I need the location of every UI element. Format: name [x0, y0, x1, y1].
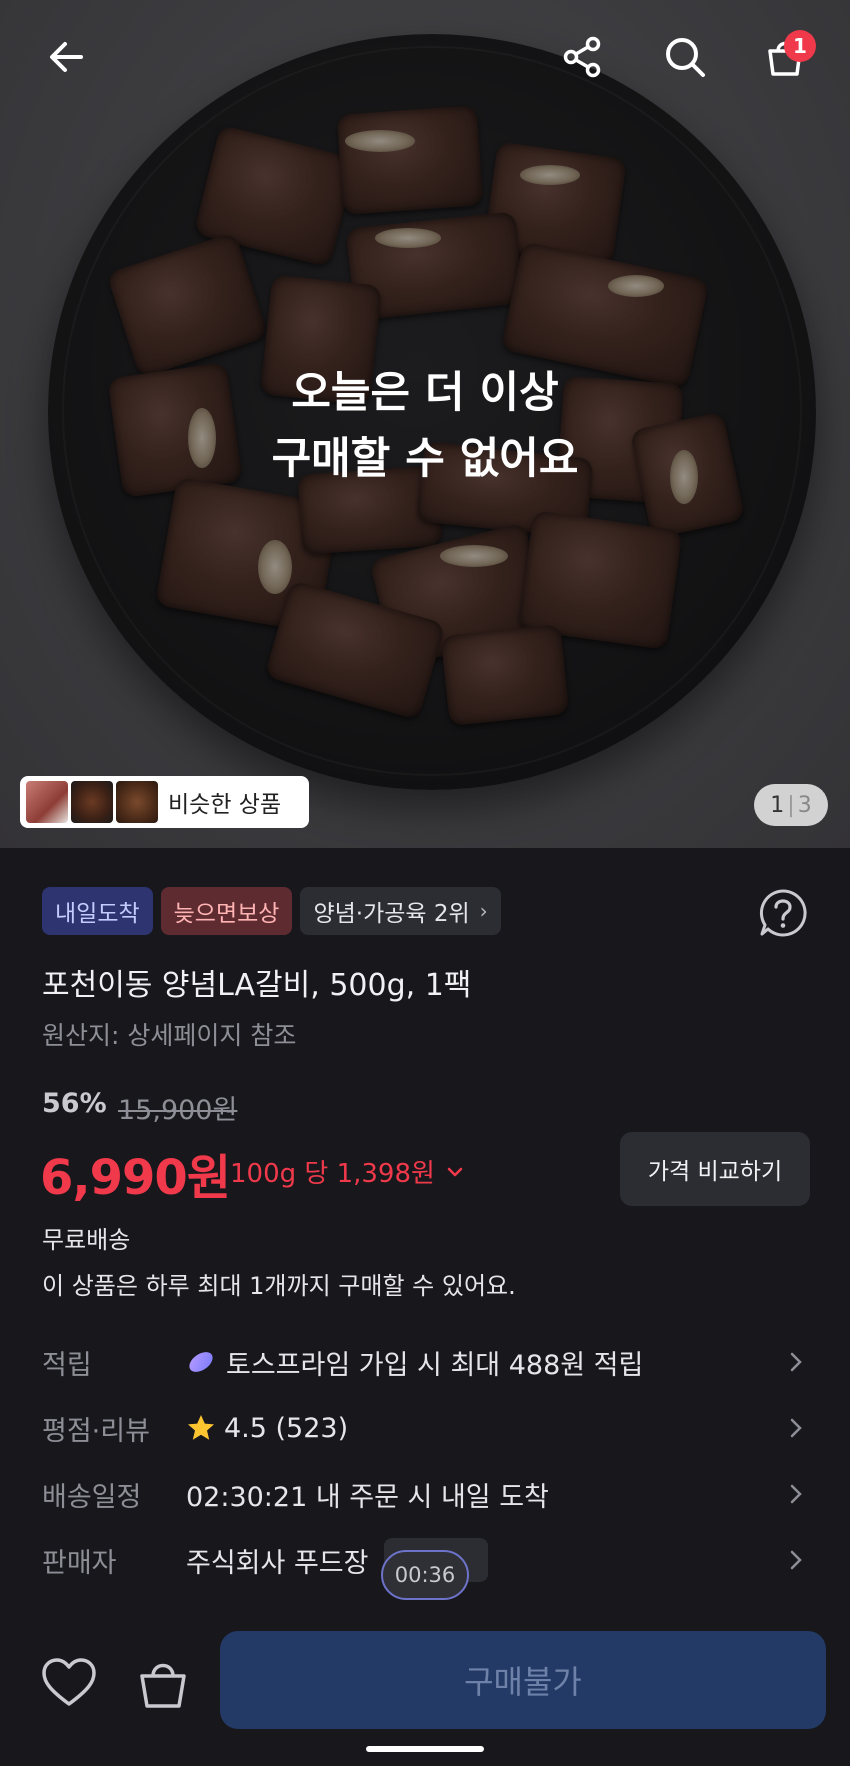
share-button[interactable] [552, 26, 614, 88]
compare-price-button[interactable]: 가격 비교하기 [620, 1132, 810, 1206]
chevron-right-icon [790, 1352, 802, 1372]
toss-prime-icon [189, 1352, 213, 1372]
unit-price-toggle[interactable]: 100g 당 1,398원 [230, 1153, 465, 1190]
image-pager: 1 | 3 [754, 784, 828, 826]
detail-value: 4.5 (523) [224, 1412, 349, 1444]
help-button[interactable] [758, 888, 808, 938]
detail-value: 토스프라임 가입 시 최대 488원 적립 [226, 1349, 644, 1381]
detail-label: 적립 [42, 1349, 92, 1381]
unit-price: 100g 당 1,398원 [230, 1159, 435, 1189]
soldout-line: 구매할 수 없어요 [271, 434, 579, 484]
buy-button-disabled[interactable]: 구매불가 [220, 1631, 826, 1729]
heart-icon [42, 1658, 96, 1706]
arrow-left-icon [50, 42, 83, 72]
question-bubble-icon [759, 889, 807, 937]
shopping-bag-icon [140, 1663, 186, 1708]
wishlist-button[interactable] [38, 1652, 100, 1714]
search-button[interactable] [654, 26, 716, 88]
detail-row-reviews[interactable]: 평점·리뷰 4.5 (523) [0, 1398, 850, 1458]
soldout-message: 오늘은 더 이상 구매할 수 없어요 [0, 360, 850, 492]
pager-total: 3 [797, 792, 812, 818]
discount-rate: 56% [42, 1088, 107, 1119]
similar-products-label: 비슷한 상품 [168, 792, 282, 818]
chevron-right-icon: › [479, 899, 488, 923]
detail-label: 평점·리뷰 [42, 1415, 150, 1447]
similar-products-button[interactable]: 비슷한 상품 [20, 776, 309, 828]
soldout-line: 오늘은 더 이상 [291, 368, 559, 418]
chevron-right-icon [790, 1550, 802, 1570]
badge-late-compensation: 늦으면보상 [160, 887, 293, 935]
category-rank-label: 양념·가공육 2위 [313, 901, 470, 927]
cart-button[interactable]: 1 [754, 26, 816, 88]
badge-row: 내일도착 늦으면보상 양념·가공육 2위 › [42, 887, 501, 935]
similar-thumbnail [26, 781, 68, 823]
free-shipping-text: 무료배송 [42, 1226, 131, 1254]
detail-label: 판매자 [42, 1547, 117, 1579]
badge-tomorrow-arrival: 내일도착 [42, 887, 153, 935]
star-icon [188, 1415, 214, 1440]
floating-timer[interactable]: 00:36 [381, 1550, 469, 1600]
cart-count-badge: 1 [784, 30, 816, 62]
similar-thumbnail [71, 781, 113, 823]
detail-row-points[interactable]: 적립 토스프라임 가입 시 최대 488원 적립 [0, 1332, 850, 1392]
product-title: 포천이동 양념LA갈비, 500g, 1팩 [42, 968, 472, 1003]
add-to-cart-button[interactable] [132, 1652, 194, 1714]
original-price: 15,900원 [118, 1095, 238, 1126]
pager-current: 1 [770, 792, 785, 818]
detail-value-wrap: 4.5 (523) [186, 1413, 348, 1444]
share-icon [563, 36, 601, 78]
detail-value-wrap: 토스프라임 가입 시 최대 488원 적립 [186, 1343, 643, 1382]
detail-row-delivery[interactable]: 배송일정 02:30:21 내 주문 시 내일 도착 [0, 1464, 850, 1524]
detail-value: 주식회사 푸드장 [186, 1547, 369, 1579]
product-origin: 원산지: 상세페이지 참조 [42, 1021, 297, 1050]
chevron-right-icon [790, 1418, 802, 1438]
detail-label: 배송일정 [42, 1481, 142, 1513]
product-image[interactable]: 오늘은 더 이상 구매할 수 없어요 1 비슷한 상품 1 | 3 [0, 0, 850, 848]
purchase-limit-text: 이 상품은 하루 최대 1개까지 구매할 수 있어요. [42, 1272, 516, 1300]
search-icon [666, 38, 705, 77]
similar-thumbnail [116, 781, 158, 823]
chevron-down-icon [447, 1167, 463, 1176]
badge-category-rank[interactable]: 양념·가공육 2위 › [300, 887, 501, 935]
back-button[interactable] [36, 26, 98, 88]
sale-price: 6,990원 [40, 1150, 231, 1206]
home-indicator [366, 1746, 484, 1752]
chevron-right-icon [790, 1484, 802, 1504]
pager-separator: | [787, 792, 795, 818]
detail-value: 02:30:21 내 주문 시 내일 도착 [186, 1481, 549, 1513]
